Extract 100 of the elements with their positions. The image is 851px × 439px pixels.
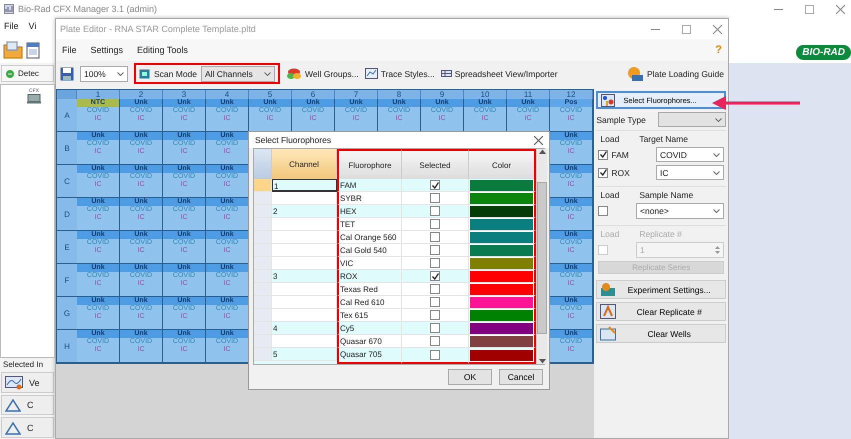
- scrollbar[interactable]: [536, 149, 547, 364]
- save-icon[interactable]: [60, 66, 74, 80]
- sample-type-dropdown[interactable]: [658, 112, 726, 127]
- table-row[interactable]: SYBR: [254, 192, 536, 205]
- zoom-dropdown[interactable]: 100%: [80, 66, 128, 82]
- row-header[interactable]: D: [57, 198, 77, 231]
- table-row[interactable]: Quasar 670: [254, 335, 536, 348]
- checkbox[interactable]: [430, 193, 440, 203]
- help-button[interactable]: ?: [715, 44, 722, 56]
- color-swatch[interactable]: [470, 258, 533, 268]
- action-button[interactable]: Clear Wells: [596, 324, 726, 343]
- color-swatch[interactable]: [470, 270, 533, 282]
- toolbar-button[interactable]: Well Groups...: [286, 68, 359, 80]
- toolbar-button[interactable]: Spreadsheet View/Importer: [440, 68, 558, 78]
- toolbar-button[interactable]: Trace Styles...: [364, 68, 435, 79]
- dialog-button[interactable]: OK: [448, 369, 492, 385]
- table-row[interactable]: Cal Gold 540: [254, 244, 536, 257]
- column-header[interactable]: 9: [421, 90, 464, 99]
- target-dropdown[interactable]: COVID: [656, 147, 724, 162]
- row-header[interactable]: A: [57, 99, 77, 132]
- close-icon[interactable]: [534, 136, 543, 144]
- close-icon[interactable]: [836, 4, 845, 14]
- checkbox[interactable]: [430, 219, 440, 229]
- scan-mode-dropdown[interactable]: All Channels: [201, 66, 275, 82]
- maximize-icon[interactable]: [682, 24, 691, 34]
- action-button[interactable]: Experiment Settings...: [596, 280, 726, 299]
- table-row[interactable]: TET: [254, 218, 536, 231]
- row-header[interactable]: B: [57, 132, 77, 165]
- side-button[interactable]: C: [1, 394, 54, 416]
- checkbox[interactable]: [598, 150, 608, 160]
- checkbox[interactable]: [430, 180, 440, 190]
- table-row[interactable]: 2 HEX: [254, 205, 536, 218]
- menu-item[interactable]: Vi: [28, 21, 36, 34]
- color-swatch[interactable]: [470, 244, 533, 256]
- checkbox[interactable]: [430, 323, 440, 333]
- table-row[interactable]: 3 ROX: [254, 270, 536, 283]
- checkbox[interactable]: [430, 245, 440, 255]
- column-header[interactable]: Color: [469, 149, 536, 179]
- checkbox[interactable]: [430, 206, 440, 216]
- table-row[interactable]: Cal Red 610: [254, 296, 536, 309]
- maximize-icon[interactable]: [805, 4, 814, 14]
- row-header[interactable]: E: [57, 231, 77, 264]
- column-header[interactable]: 11: [507, 90, 550, 99]
- side-button[interactable]: Ve: [1, 372, 54, 393]
- color-swatch[interactable]: [470, 322, 533, 334]
- column-header[interactable]: 3: [163, 90, 206, 99]
- column-header[interactable]: 10: [464, 90, 507, 99]
- toolbar-button[interactable]: Plate Loading Guide: [626, 66, 724, 82]
- column-header[interactable]: Channel: [272, 149, 337, 179]
- column-header[interactable]: 8: [378, 90, 421, 99]
- column-header[interactable]: 1: [77, 90, 120, 99]
- detect-button[interactable]: Detec: [1, 65, 54, 82]
- column-header[interactable]: 7: [335, 90, 378, 99]
- close-icon[interactable]: [713, 24, 722, 34]
- column-header[interactable]: 4: [206, 90, 249, 99]
- menu-item[interactable]: Settings: [90, 45, 124, 55]
- row-header[interactable]: C: [57, 165, 77, 198]
- column-header[interactable]: 2: [120, 90, 163, 99]
- checkbox[interactable]: [430, 271, 440, 281]
- checkbox[interactable]: [598, 168, 608, 178]
- color-swatch[interactable]: [470, 310, 533, 320]
- checkbox[interactable]: [598, 206, 608, 216]
- column-header[interactable]: 5: [249, 90, 292, 99]
- action-button[interactable]: Clear Replicate #: [596, 302, 726, 321]
- checkbox[interactable]: [430, 297, 440, 307]
- folder-icon[interactable]: [3, 41, 23, 60]
- table-row[interactable]: Tex 615: [254, 309, 536, 322]
- checkbox[interactable]: [430, 336, 440, 346]
- column-header[interactable]: 6: [292, 90, 335, 99]
- row-header[interactable]: F: [57, 264, 77, 297]
- table-row[interactable]: 4 Cy5: [254, 322, 536, 335]
- target-dropdown[interactable]: IC: [656, 165, 724, 180]
- color-swatch[interactable]: [470, 284, 533, 294]
- menu-item[interactable]: File: [4, 21, 19, 34]
- color-swatch[interactable]: [470, 192, 533, 204]
- color-swatch[interactable]: [470, 206, 533, 216]
- scroll-down-icon[interactable]: [538, 359, 546, 364]
- checkbox[interactable]: [430, 310, 440, 320]
- column-header[interactable]: Selected: [402, 149, 469, 179]
- checkbox[interactable]: [430, 232, 440, 242]
- table-row[interactable]: Texas Red: [254, 283, 536, 296]
- column-header[interactable]: Fluorophore: [337, 149, 402, 179]
- checkbox[interactable]: [430, 284, 440, 294]
- menu-item[interactable]: Editing Tools: [137, 45, 188, 55]
- table-row[interactable]: Cal Orange 560: [254, 231, 536, 244]
- checkbox[interactable]: [430, 350, 440, 360]
- color-swatch[interactable]: [470, 180, 533, 190]
- color-swatch[interactable]: [470, 232, 533, 242]
- sample-name-dropdown[interactable]: <none>: [636, 203, 724, 219]
- scrollbar-thumb[interactable]: [537, 182, 547, 334]
- color-swatch[interactable]: [470, 218, 533, 230]
- checkbox[interactable]: [430, 258, 440, 268]
- row-header[interactable]: G: [57, 297, 77, 330]
- row-header[interactable]: H: [57, 330, 77, 363]
- column-header[interactable]: 12: [550, 90, 593, 99]
- dialog-button[interactable]: Cancel: [499, 369, 543, 385]
- table-row[interactable]: 1 FAM: [254, 179, 536, 192]
- table-row[interactable]: 5 Quasar 705: [254, 348, 536, 364]
- calendar-icon[interactable]: [26, 41, 40, 60]
- side-button[interactable]: C: [1, 417, 54, 438]
